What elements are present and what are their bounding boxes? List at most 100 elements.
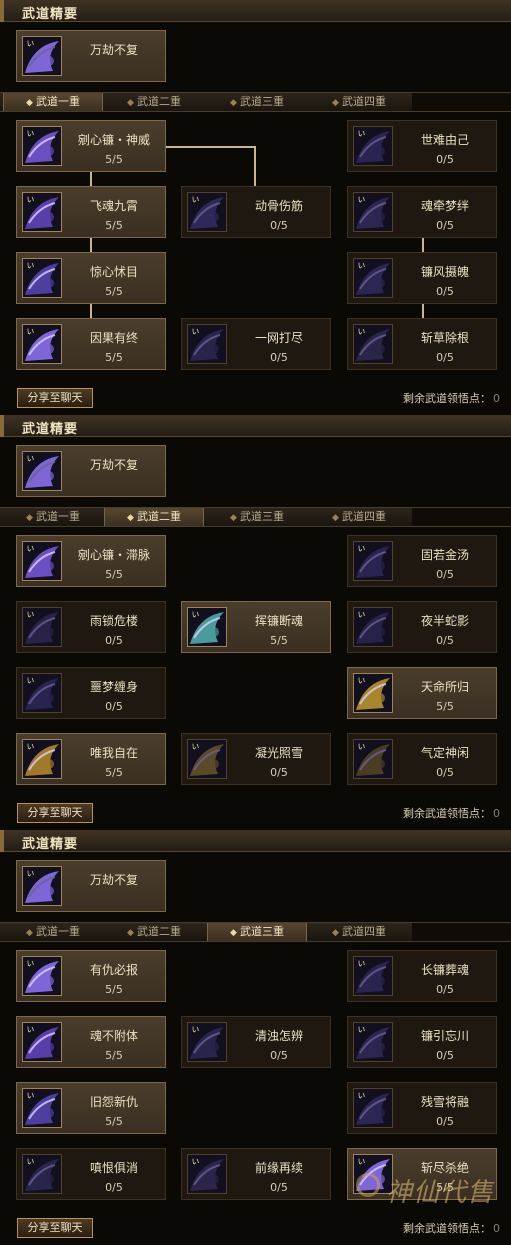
- connector-line: [90, 172, 92, 186]
- skill-node[interactable]: ぃ 挥镰断魂 5/5: [181, 601, 331, 653]
- section-title: 武道精要: [22, 837, 79, 852]
- skill-node[interactable]: ぃ 魂牵梦绊 0/5: [347, 186, 497, 238]
- skill-node[interactable]: ぃ 有仇必报 5/5: [16, 950, 166, 1002]
- rank-mark-icon: ぃ: [26, 544, 36, 554]
- diamond-icon: ◆: [26, 98, 33, 108]
- tab-tier-2[interactable]: ◆ 武道二重: [104, 923, 204, 941]
- skill-node[interactable]: ぃ 前缘再续 0/5: [181, 1148, 331, 1200]
- skill-node[interactable]: ぃ 动骨伤筋 0/5: [181, 186, 331, 238]
- tab-tier-4[interactable]: ◆ 武道四重: [309, 93, 409, 111]
- tab-tier-3[interactable]: ◆ 武道三重: [207, 923, 307, 941]
- skill-node[interactable]: ぃ 飞魂九霄 5/5: [16, 186, 166, 238]
- skill-node[interactable]: ぃ 世难由己 0/5: [347, 120, 497, 172]
- skill-node[interactable]: ぃ 剜心镰・神威 5/5: [16, 120, 166, 172]
- rank-mark-icon: ぃ: [357, 1157, 367, 1167]
- skill-node[interactable]: ぃ 一网打尽 0/5: [181, 318, 331, 370]
- dark-scythe-icon: ぃ: [22, 673, 62, 713]
- skill-level: 0/5: [436, 1115, 454, 1128]
- tab-label: 武道三重: [239, 510, 284, 523]
- tab-tier-3[interactable]: ◆ 武道三重: [207, 508, 307, 526]
- tab-tier-1[interactable]: ◆ 武道一重: [3, 923, 103, 941]
- skill-node[interactable]: ぃ 噩梦缠身 0/5: [16, 667, 166, 719]
- rank-mark-icon: ぃ: [191, 195, 201, 205]
- skill-node[interactable]: ぃ 斩草除根 0/5: [347, 318, 497, 370]
- skill-node[interactable]: ぃ 长镰葬魂 0/5: [347, 950, 497, 1002]
- scythe-slash-icon: ぃ: [22, 126, 62, 166]
- teal-ghost-icon: ぃ: [187, 607, 227, 647]
- tab-tier-1[interactable]: ◆ 武道一重: [3, 93, 103, 111]
- tab-tier-1[interactable]: ◆ 武道一重: [3, 508, 103, 526]
- dark-net-icon: ぃ: [187, 324, 227, 364]
- skill-name: 旧怨新仇: [89, 1095, 138, 1109]
- skill-name: 凝光照雪: [254, 746, 303, 760]
- header-accent: [0, 0, 4, 22]
- skill-node[interactable]: ぃ 唯我自在 5/5: [16, 733, 166, 785]
- remaining-points: 剩余武道领悟点： 0: [403, 805, 500, 821]
- rank-mark-icon: ぃ: [357, 742, 367, 752]
- skill-node[interactable]: ぃ 天命所归 5/5: [347, 667, 497, 719]
- purple-wave-icon: ぃ: [22, 36, 62, 76]
- skill-node[interactable]: ぃ 魂不附体 5/5: [16, 1016, 166, 1068]
- skill-name: 一网打尽: [254, 331, 303, 345]
- rank-mark-icon: ぃ: [26, 742, 36, 752]
- skill-node[interactable]: ぃ 清浊怎辨 0/5: [181, 1016, 331, 1068]
- diamond-icon: ◆: [230, 928, 237, 938]
- header-accent: [0, 830, 4, 852]
- skill-node[interactable]: ぃ 旧怨新仇 5/5: [16, 1082, 166, 1134]
- share-to-chat-button[interactable]: 分享至聊天: [17, 803, 93, 823]
- tab-label: 武道二重: [136, 95, 181, 108]
- share-to-chat-button[interactable]: 分享至聊天: [17, 388, 93, 408]
- share-to-chat-button[interactable]: 分享至聊天: [17, 1218, 93, 1238]
- shadow-claw-icon: ぃ: [187, 192, 227, 232]
- skill-node[interactable]: ぃ 凝光照雪 0/5: [181, 733, 331, 785]
- rank-mark-icon: ぃ: [357, 129, 367, 139]
- remaining-points: 剩余武道领悟点： 0: [403, 1220, 500, 1236]
- skill-name: 万劫不复: [89, 873, 138, 887]
- tier-tabs: ◆ 武道一重 ◆ 武道二重 ◆ 武道三重 ◆ 武道四重: [0, 922, 511, 942]
- tab-tier-2[interactable]: ◆ 武道二重: [104, 93, 204, 111]
- tab-tier-3[interactable]: ◆ 武道三重: [207, 93, 307, 111]
- skill-name: 嗔恨俱消: [89, 1161, 138, 1175]
- rank-mark-icon: ぃ: [357, 544, 367, 554]
- skill-name: 固若金汤: [420, 548, 469, 562]
- skill-node[interactable]: ぃ 镰引忘川 0/5: [347, 1016, 497, 1068]
- skill-node[interactable]: ぃ 夜半蛇影 0/5: [347, 601, 497, 653]
- tabs-filler: [412, 508, 511, 526]
- tabs-filler: [412, 923, 511, 941]
- rank-mark-icon: ぃ: [357, 959, 367, 969]
- rank-mark-icon: ぃ: [26, 610, 36, 620]
- purple-wave-icon: ぃ: [22, 451, 62, 491]
- skill-node[interactable]: ぃ 气定神闲 0/5: [347, 733, 497, 785]
- skill-node[interactable]: ぃ 剜心镰・滞脉 5/5: [16, 535, 166, 587]
- tab-tier-4[interactable]: ◆ 武道四重: [309, 923, 409, 941]
- tab-tier-2[interactable]: ◆ 武道二重: [104, 508, 204, 526]
- skill-node[interactable]: ぃ 嗔恨俱消 0/5: [16, 1148, 166, 1200]
- talent-panel-2: 武道精要ぃ万劫不复 ◆ 武道一重 ◆ 武道二重 ◆ 武道三重 ◆ 武道四重ぃ剜心镰・滞脉 5/5 ぃ…: [0, 415, 511, 830]
- watermark-logo-icon: [356, 1173, 380, 1197]
- skill-node[interactable]: ぃ 固若金汤 0/5: [347, 535, 497, 587]
- moon-scythe-icon: ぃ: [22, 258, 62, 298]
- skill-name: 剜心镰・神威: [77, 133, 150, 147]
- skill-name: 万劫不复: [89, 43, 138, 57]
- mastery-skill[interactable]: ぃ 万劫不复: [16, 445, 166, 497]
- dark-snake-icon: ぃ: [353, 607, 393, 647]
- dark-wind-icon: ぃ: [353, 1088, 393, 1128]
- skill-node[interactable]: ぃ 因果有终 5/5: [16, 318, 166, 370]
- skill-node[interactable]: ぃ 镰风摄魄 0/5: [347, 252, 497, 304]
- mastery-skill[interactable]: ぃ 万劫不复: [16, 860, 166, 912]
- skill-level: 5/5: [105, 1115, 123, 1128]
- skill-level: 0/5: [105, 1181, 123, 1194]
- tab-tier-4[interactable]: ◆ 武道四重: [309, 508, 409, 526]
- mastery-skill[interactable]: ぃ 万劫不复: [16, 30, 166, 82]
- skill-name: 惊心怵目: [89, 265, 138, 279]
- purple-spirit-icon: ぃ: [22, 1022, 62, 1062]
- remaining-label: 剩余武道领悟点：: [403, 807, 491, 820]
- skill-level: 5/5: [270, 634, 288, 647]
- skill-node[interactable]: ぃ 残雪将融 0/5: [347, 1082, 497, 1134]
- skill-node[interactable]: ぃ 雨锁危楼 0/5: [16, 601, 166, 653]
- rank-mark-icon: ぃ: [26, 129, 36, 139]
- moon-scythe-icon: ぃ: [22, 1088, 62, 1128]
- dark-blade-icon: ぃ: [353, 324, 393, 364]
- skill-name: 剜心镰・滞脉: [77, 548, 150, 562]
- skill-node[interactable]: ぃ 惊心怵目 5/5: [16, 252, 166, 304]
